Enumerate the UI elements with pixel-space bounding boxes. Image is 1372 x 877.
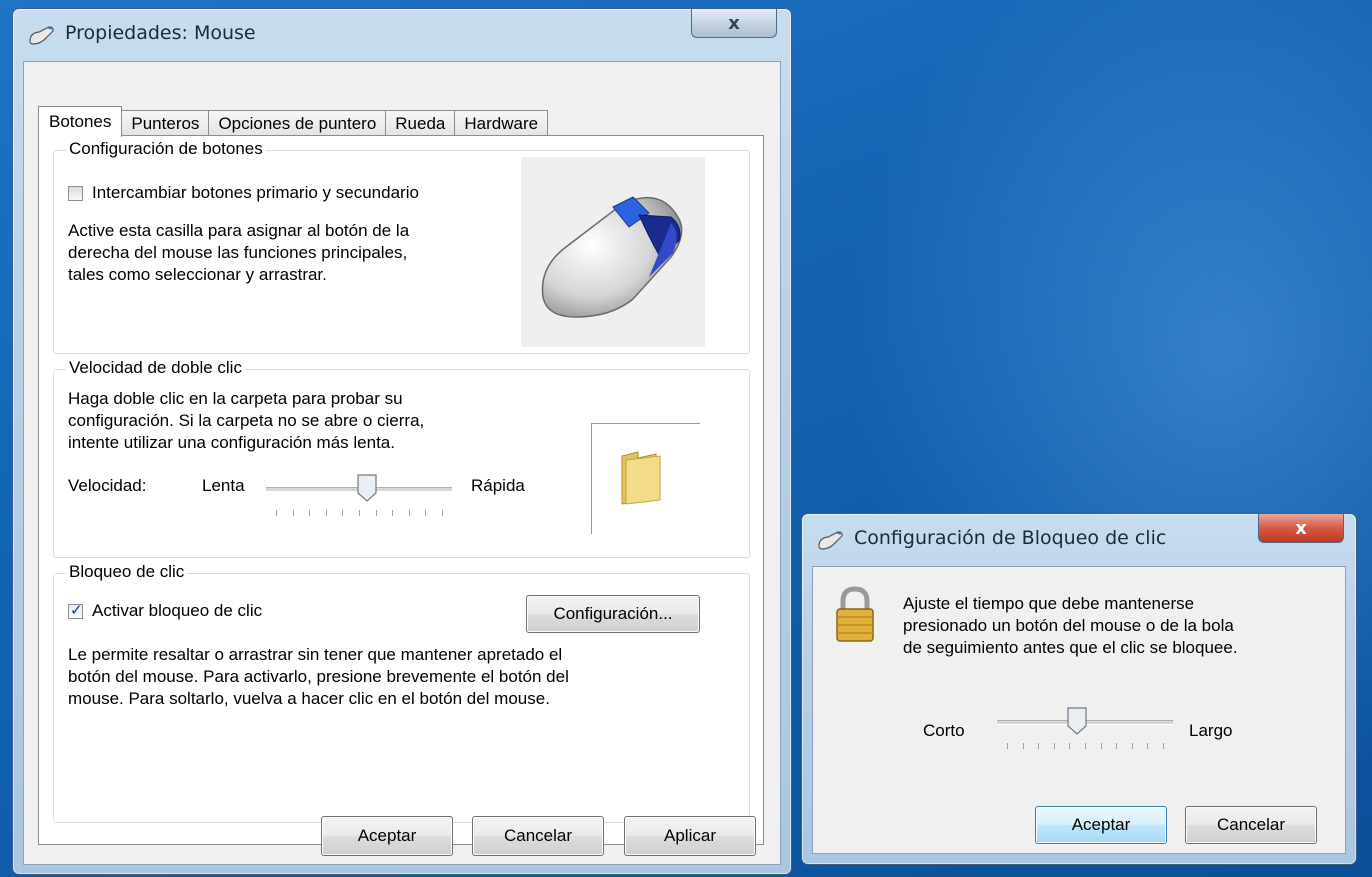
description-line: presionado un botón del mouse o de la bo… xyxy=(903,616,1234,635)
slider-tick xyxy=(1022,743,1024,749)
description-line: botón del mouse. Para activarlo, presion… xyxy=(68,667,569,686)
close-icon: x xyxy=(1295,517,1307,539)
close-icon: x xyxy=(728,12,740,34)
description-line: tales como seleccionar y arrastrar. xyxy=(68,265,327,284)
button-config-group: Configuración de botones Intercambiar bo… xyxy=(53,139,750,354)
slider-tick xyxy=(1100,743,1102,749)
test-folder-area[interactable] xyxy=(591,423,700,534)
long-label: Largo xyxy=(1189,721,1233,740)
slider-tick xyxy=(1038,743,1040,749)
tab-panel-botones: Configuración de botones Intercambiar bo… xyxy=(38,135,764,845)
tab-punteros[interactable]: Punteros xyxy=(121,110,210,137)
click-lock-group: Bloqueo de clic ✓ Activar bloqueo de cli… xyxy=(53,562,750,823)
slider-tick xyxy=(325,510,327,516)
slider-tick xyxy=(1069,743,1071,749)
tab-hardware[interactable]: Hardware xyxy=(454,110,549,137)
group-title: Velocidad de doble clic xyxy=(66,358,245,378)
slider-tick xyxy=(442,510,443,516)
clicklock-settings-window: Configuración de Bloqueo de clic x Ajust… xyxy=(801,513,1357,865)
swap-buttons-checkbox[interactable] xyxy=(68,186,83,201)
close-button[interactable]: x xyxy=(691,9,777,38)
description-line: configuración. Si la carpeta no se abre … xyxy=(68,411,425,430)
slider-tick xyxy=(1131,743,1133,749)
description-line: Active esta casilla para asignar al botó… xyxy=(68,221,410,240)
mouse-illustration xyxy=(521,157,705,347)
tab-strip: Botones Punteros Opciones de puntero Rue… xyxy=(38,106,549,137)
enable-click-lock-checkbox[interactable]: ✓ xyxy=(68,601,83,619)
slider-tick xyxy=(1147,743,1149,749)
swap-buttons-label[interactable]: Intercambiar botones primario y secundar… xyxy=(92,182,419,204)
slider-tick xyxy=(425,510,427,516)
slider-tick xyxy=(1116,743,1118,749)
speed-slider-thumb[interactable] xyxy=(357,474,377,502)
apply-button[interactable]: Aplicar xyxy=(624,816,756,856)
checkmark-icon: ✓ xyxy=(70,601,83,619)
clicklock-slider-ticks xyxy=(1007,743,1164,751)
description-line: Ajuste el tiempo que debe mantenerse xyxy=(903,594,1195,613)
description-line: intente utilizar una configuración más l… xyxy=(68,433,395,452)
title-bar[interactable]: Configuración de Bloqueo de clic x xyxy=(802,514,1356,564)
folder-icon xyxy=(621,451,661,505)
mouse-properties-window: Propiedades: Mouse x Botones Punteros Op… xyxy=(12,8,792,875)
group-title: Configuración de botones xyxy=(66,139,266,159)
clicklock-slider-thumb[interactable] xyxy=(1067,707,1087,735)
click-lock-settings-button[interactable]: Configuración... xyxy=(526,595,700,633)
tab-rueda[interactable]: Rueda xyxy=(385,110,456,137)
slider-tick xyxy=(342,510,344,516)
slider-tick xyxy=(408,510,410,516)
enable-click-lock-label[interactable]: Activar bloqueo de clic xyxy=(92,600,262,622)
window-title: Configuración de Bloqueo de clic xyxy=(854,527,1167,549)
close-button[interactable]: x xyxy=(1258,514,1344,543)
mouse-icon xyxy=(818,531,843,550)
description-line: Haga doble clic en la carpeta para proba… xyxy=(68,389,403,408)
slider-tick xyxy=(1085,743,1086,749)
description-line: derecha del mouse las funciones principa… xyxy=(68,243,408,262)
window-client-area: Ajuste el tiempo que debe mantenerse pre… xyxy=(812,566,1346,854)
slider-tick xyxy=(1163,743,1164,749)
slow-label: Lenta xyxy=(202,476,245,495)
fast-label: Rápida xyxy=(471,476,525,495)
title-bar[interactable]: Propiedades: Mouse x xyxy=(13,9,791,59)
slider-tick xyxy=(276,510,277,516)
ok-button[interactable]: Aceptar xyxy=(321,816,453,856)
slider-tick xyxy=(292,510,294,516)
cancel-button[interactable]: Cancelar xyxy=(472,816,604,856)
group-title: Bloqueo de clic xyxy=(66,562,188,582)
cancel-button[interactable]: Cancelar xyxy=(1185,806,1317,844)
slider-tick xyxy=(375,510,377,516)
ok-button[interactable]: Aceptar xyxy=(1035,806,1167,844)
window-title: Propiedades: Mouse xyxy=(65,22,256,44)
window-client-area: Botones Punteros Opciones de puntero Rue… xyxy=(23,61,781,865)
padlock-icon xyxy=(836,586,874,642)
slider-tick xyxy=(392,510,394,516)
mouse-illustration-icon xyxy=(541,196,683,318)
slider-tick xyxy=(1007,743,1008,749)
double-click-group: Velocidad de doble clic Haga doble clic … xyxy=(53,358,750,558)
slider-tick xyxy=(1053,743,1055,749)
tab-botones[interactable]: Botones xyxy=(38,106,123,137)
description-line: mouse. Para soltarlo, vuelva a hacer cli… xyxy=(68,689,550,708)
description-line: Le permite resaltar o arrastrar sin tene… xyxy=(68,645,563,664)
speed-slider-ticks xyxy=(276,510,443,518)
description-line: de seguimiento antes que el clic se bloq… xyxy=(903,638,1238,657)
tab-opciones-de-puntero[interactable]: Opciones de puntero xyxy=(208,110,387,137)
slider-tick xyxy=(309,510,311,516)
mouse-icon xyxy=(29,26,54,45)
slider-tick xyxy=(359,510,360,516)
short-label: Corto xyxy=(923,721,965,740)
speed-label: Velocidad: xyxy=(68,476,147,495)
